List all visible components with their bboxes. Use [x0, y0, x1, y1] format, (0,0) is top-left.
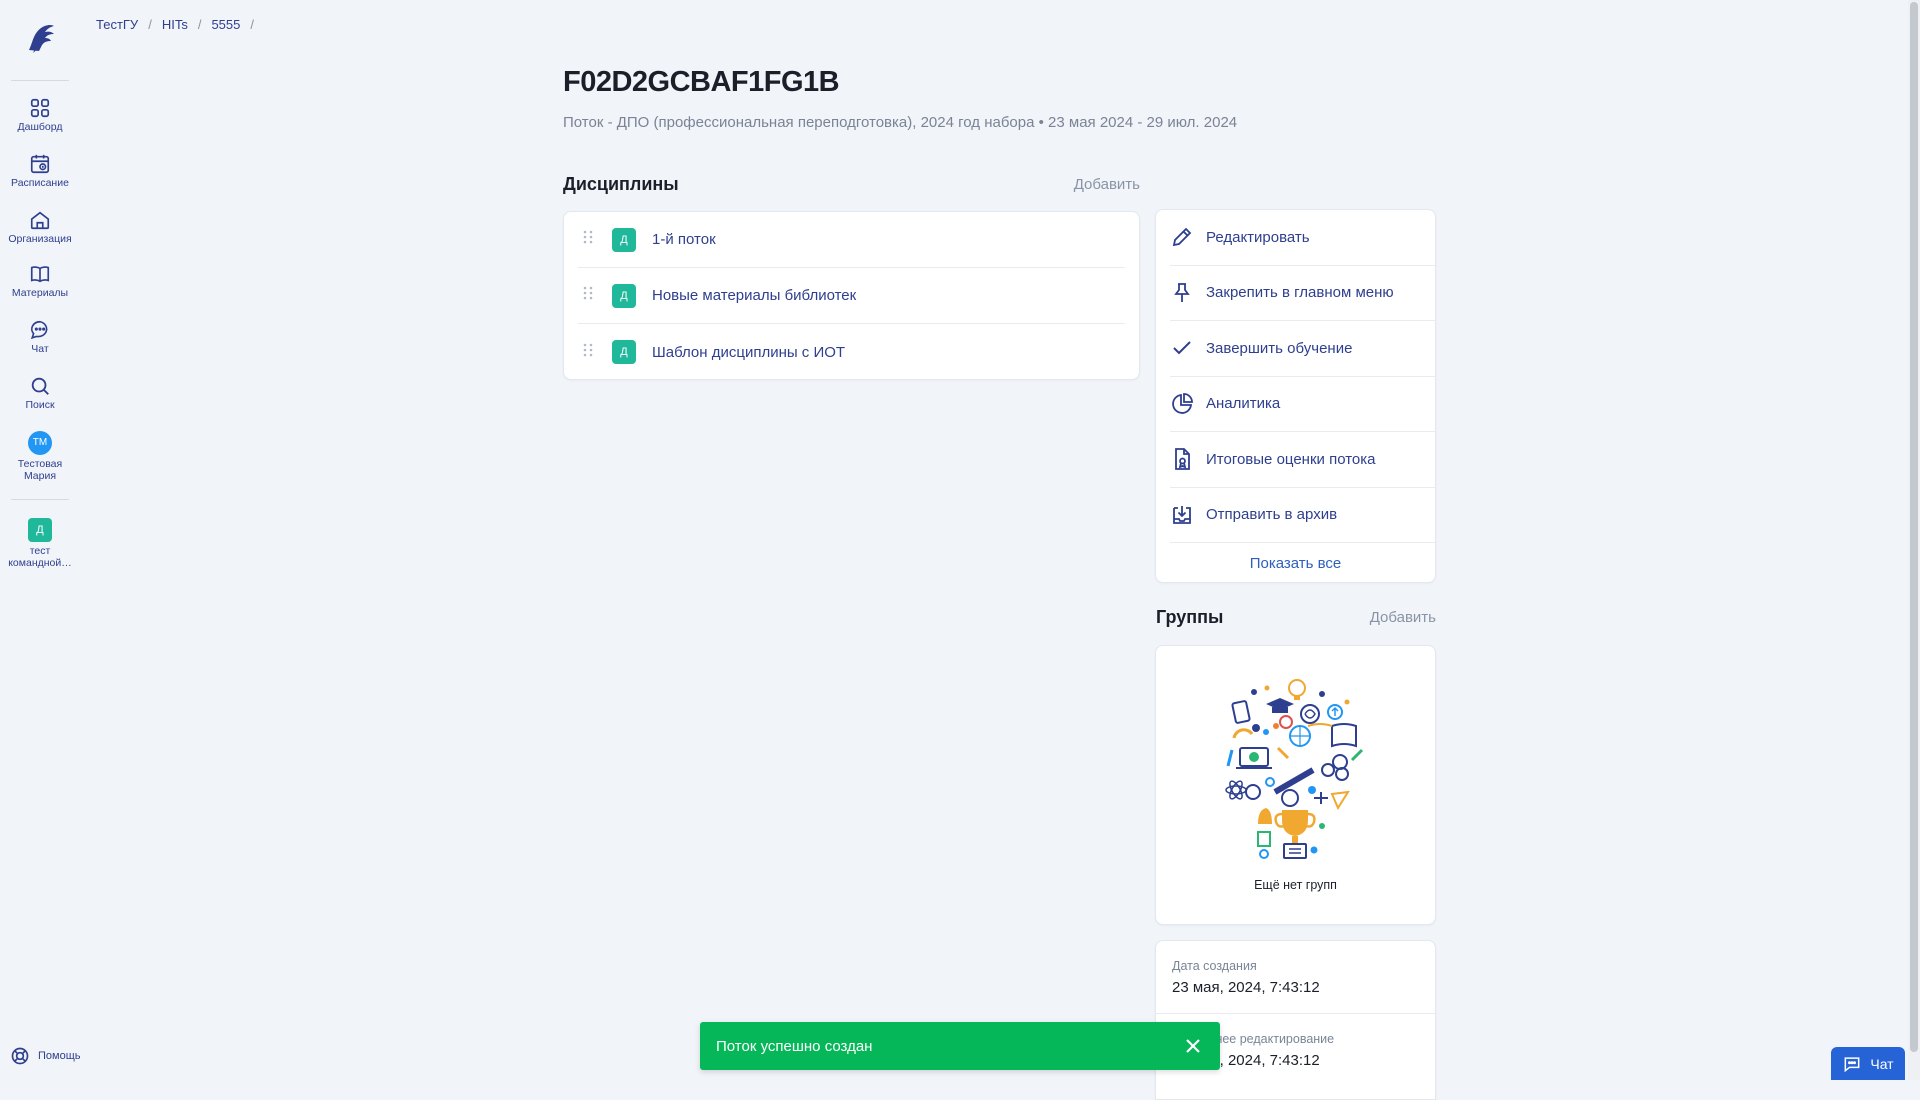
- success-toast: Поток успешно создан: [700, 1022, 1220, 1070]
- action-label: Итоговые оценки потока: [1206, 450, 1376, 468]
- sidebar-divider: [11, 80, 69, 81]
- sidebar-item-materials[interactable]: Материалы: [0, 263, 80, 319]
- help-label: Помощь: [38, 1050, 81, 1062]
- action-archive[interactable]: Отправить в архив: [1170, 488, 1435, 543]
- groups-header: Группы Добавить: [1156, 607, 1436, 628]
- add-discipline-button[interactable]: Добавить: [1074, 176, 1140, 193]
- sidebar-item-schedule[interactable]: Расписание: [0, 153, 80, 209]
- avatar: ТМ: [28, 431, 52, 455]
- discipline-label: 1-й поток: [652, 231, 716, 248]
- disciplines-header: Дисциплины Добавить: [563, 174, 1140, 195]
- scrollbar-thumb[interactable]: [1910, 2, 1918, 1052]
- search-icon: [31, 377, 49, 395]
- drag-handle-icon[interactable]: [582, 342, 594, 363]
- action-analytics[interactable]: Аналитика: [1170, 377, 1435, 432]
- book-icon: [30, 266, 50, 283]
- drag-handle-icon[interactable]: [582, 229, 594, 250]
- sidebar-item-label: Дашборд: [17, 121, 63, 133]
- dashboard-icon: [30, 98, 50, 118]
- action-label: Закрепить в главном меню: [1206, 284, 1394, 302]
- add-group-button[interactable]: Добавить: [1370, 609, 1436, 626]
- sidebar-item-pinned-course[interactable]: Д тест командной…: [0, 518, 80, 569]
- sidebar-item-label: Материалы: [11, 287, 69, 299]
- sidebar-item-profile[interactable]: ТМ Тестовая Мария: [0, 431, 80, 493]
- discipline-item[interactable]: Д Шаблон дисциплины с ИОТ: [578, 324, 1125, 380]
- action-label: Завершить обучение: [1206, 339, 1353, 357]
- discipline-badge: Д: [612, 283, 636, 308]
- show-all-button[interactable]: Показать все: [1156, 543, 1435, 583]
- calendar-icon: [30, 154, 50, 174]
- actions-panel: Редактировать Закрепить в главном меню З…: [1155, 209, 1436, 583]
- education-illustration: [1225, 679, 1364, 859]
- sidebar-item-organization[interactable]: Организация: [0, 209, 80, 263]
- discipline-badge: Д: [612, 340, 636, 364]
- page-scrollbar[interactable]: [1908, 0, 1920, 1080]
- sidebar-item-label: тест командной…: [8, 545, 72, 569]
- breadcrumb: ТестГУ / HITs / 5555 /: [96, 17, 264, 32]
- drag-handle-icon[interactable]: [582, 285, 594, 306]
- sidebar-item-dashboard[interactable]: Дашборд: [0, 97, 80, 153]
- grade-document-icon: [1175, 448, 1190, 471]
- course-badge: Д: [28, 518, 52, 542]
- action-finish[interactable]: Завершить обучение: [1170, 321, 1435, 377]
- created-value: 23 мая, 2024, 7:43:12: [1172, 978, 1320, 996]
- groups-title: Группы: [1156, 607, 1224, 627]
- action-label: Аналитика: [1206, 395, 1281, 413]
- sidebar-item-chat[interactable]: Чат: [0, 319, 80, 375]
- breadcrumb-separator: /: [148, 17, 152, 32]
- created-info: Дата создания 23 мая, 2024, 7:43:12: [1156, 941, 1435, 1014]
- sidebar-item-label: Поиск: [25, 399, 55, 411]
- groups-card: Ещё нет групп: [1155, 645, 1436, 925]
- chat-bubble-icon: [1844, 1056, 1860, 1072]
- breadcrumb-item[interactable]: 5555: [211, 17, 240, 32]
- help-link[interactable]: Помощь: [10, 1046, 81, 1066]
- breadcrumb-separator: /: [197, 17, 202, 32]
- sidebar-item-label: Организация: [8, 233, 72, 245]
- discipline-label: Новые материалы библиотек: [652, 287, 857, 304]
- archive-icon: [1173, 505, 1191, 524]
- action-label: Редактировать: [1206, 228, 1310, 246]
- check-icon: [1173, 341, 1191, 355]
- sidebar-item-label: Тестовая Мария: [17, 458, 63, 482]
- breadcrumb-item[interactable]: ТестГУ: [96, 17, 138, 32]
- sidebar-item-label: Чат: [31, 343, 49, 355]
- page-title: F02D2GCBAF1FG1B: [563, 66, 840, 98]
- discipline-badge: Д: [612, 227, 636, 252]
- sidebar-item-label: Расписание: [11, 177, 69, 189]
- breadcrumb-item[interactable]: HITs: [162, 17, 188, 32]
- lifebuoy-icon: [11, 1047, 29, 1065]
- discipline-label: Шаблон дисциплины с ИОТ: [652, 343, 846, 361]
- logo-icon[interactable]: [22, 18, 58, 58]
- groups-empty-text: Ещё нет групп: [1254, 878, 1337, 892]
- pin-icon: [1174, 282, 1190, 302]
- disciplines-list: Д 1-й поток Д Новые материалы библиотек …: [563, 211, 1140, 380]
- action-pin[interactable]: Закрепить в главном меню: [1170, 266, 1435, 321]
- sidebar-item-search[interactable]: Поиск: [0, 375, 80, 431]
- toast-message: Поток успешно создан: [716, 1037, 873, 1055]
- discipline-item[interactable]: Д Новые материалы библиотек: [578, 268, 1125, 324]
- pencil-icon: [1172, 227, 1192, 247]
- action-edit[interactable]: Редактировать: [1170, 210, 1435, 266]
- sidebar: Дашборд Расписание Организация Материалы…: [0, 0, 81, 1080]
- action-label: Отправить в архив: [1206, 506, 1338, 524]
- chat-button[interactable]: Чат: [1831, 1047, 1905, 1080]
- sidebar-divider: [11, 499, 69, 500]
- chat-icon: [30, 320, 48, 340]
- pie-chart-icon: [1172, 392, 1193, 414]
- discipline-item[interactable]: Д 1-й поток: [578, 212, 1125, 268]
- close-icon[interactable]: [1182, 1035, 1204, 1057]
- created-label: Дата создания: [1172, 958, 1257, 973]
- disciplines-title: Дисциплины: [563, 174, 679, 194]
- info-card: Дата создания 23 мая, 2024, 7:43:12 Посл…: [1155, 940, 1436, 1100]
- breadcrumb-separator: /: [250, 17, 254, 32]
- home-icon: [30, 211, 50, 230]
- chat-button-label: Чат: [1870, 1055, 1894, 1072]
- page-subtitle: Поток - ДПО (профессиональная переподгот…: [563, 114, 1238, 131]
- action-final-grades[interactable]: Итоговые оценки потока: [1170, 432, 1435, 488]
